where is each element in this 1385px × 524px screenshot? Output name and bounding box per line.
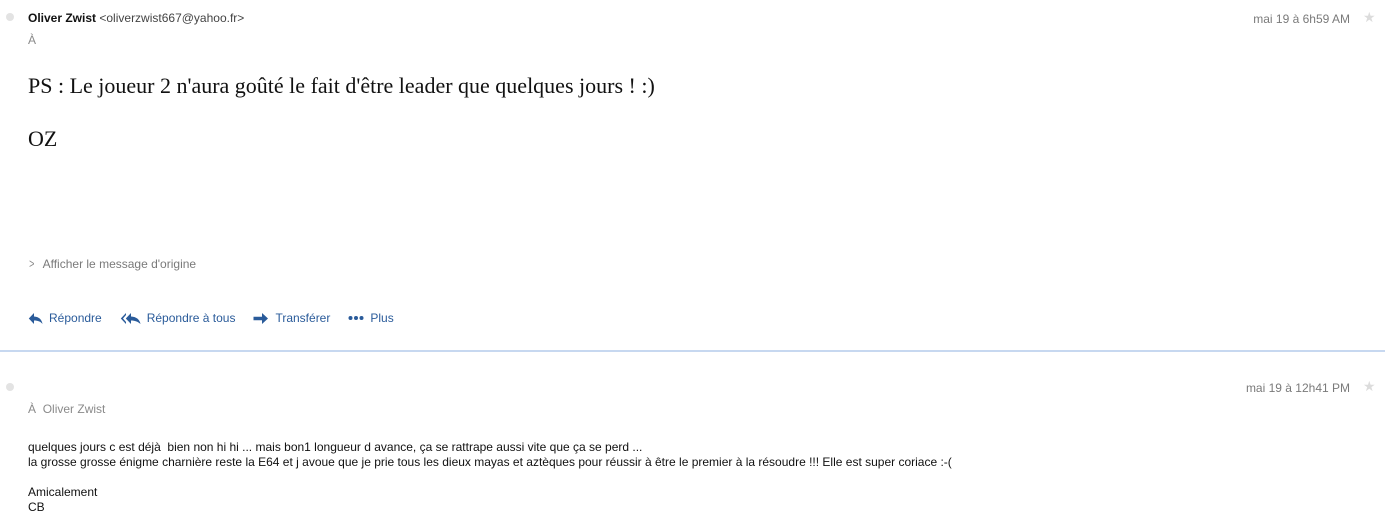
sender: Oliver Zwist <oliverzwist667@yahoo.fr> [28,11,244,25]
body-line: Amicalement [28,485,98,499]
dot-icon [6,383,14,391]
show-original-label: Afficher le message d'origine [42,256,197,271]
body-line: OZ [28,126,58,151]
to-label: À [28,33,37,47]
message-2: mai 19 à 12h41 PM ★ À Oliver Zwist quelq… [0,352,1385,524]
body-line: PS : Le joueur 2 n'aura goûté le fait d'… [28,73,655,98]
star-icon[interactable]: ★ [1363,379,1376,393]
reply-all-label: Répondre à tous [146,311,236,325]
message-1: Oliver Zwist <oliverzwist667@yahoo.fr> m… [0,0,1385,350]
message-actions: Répondre Répondre à tous Transférer Plus [28,311,412,325]
sender-email[interactable]: <oliverzwist667@yahoo.fr> [99,11,244,25]
reply-button[interactable]: Répondre [28,311,102,325]
to-label: À [28,402,37,416]
message-date: mai 19 à 12h41 PM [1245,381,1350,395]
reply-arrow-icon [28,312,43,324]
message-date: mai 19 à 6h59 AM [1253,12,1350,26]
more-label: Plus [370,311,394,325]
ellipsis-icon [348,316,364,320]
body-line: CB [28,500,45,514]
chevron-right-icon: > [29,256,35,271]
recipient-name[interactable]: Oliver Zwist [43,402,106,416]
forward-button[interactable]: Transférer [253,311,330,325]
sender-name[interactable]: Oliver Zwist [28,11,96,25]
body-line: quelques jours c est déjà bien non hi hi… [28,440,643,454]
body-line: la grosse grosse énigme charnière reste … [28,455,952,469]
dot-icon [6,13,14,21]
forward-label: Transférer [275,311,331,325]
show-original-link[interactable]: > Afficher le message d'origine [28,256,196,271]
more-button[interactable]: Plus [348,311,394,325]
reply-all-arrow-icon [120,312,141,324]
star-icon[interactable]: ★ [1363,10,1376,24]
reply-label: Répondre [49,311,102,325]
recipient-line: À Oliver Zwist [28,402,105,416]
reply-all-button[interactable]: Répondre à tous [120,311,236,325]
forward-arrow-icon [253,312,269,324]
